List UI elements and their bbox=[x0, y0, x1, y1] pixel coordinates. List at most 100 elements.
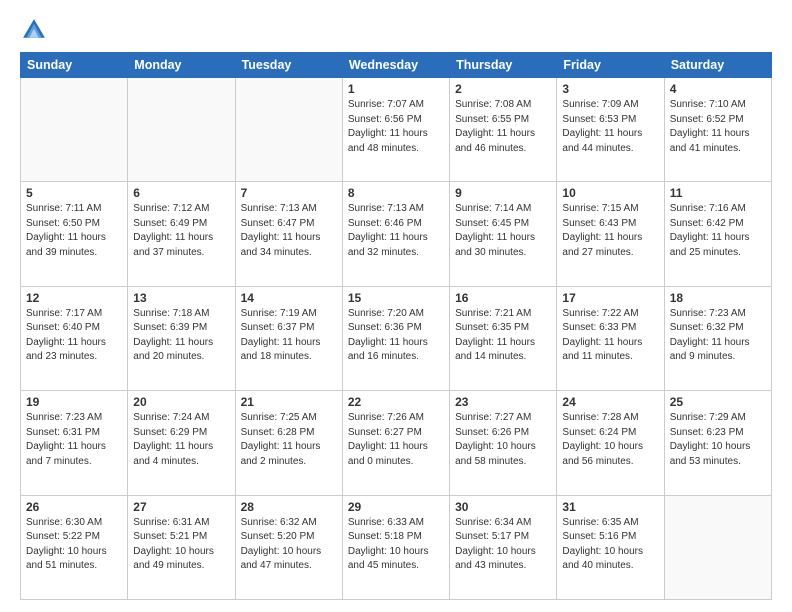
calendar-cell bbox=[21, 78, 128, 182]
weekday-header: Monday bbox=[128, 53, 235, 78]
page: SundayMondayTuesdayWednesdayThursdayFrid… bbox=[0, 0, 792, 612]
day-info: Sunrise: 7:10 AM Sunset: 6:52 PM Dayligh… bbox=[670, 98, 766, 156]
calendar-cell: 23 Sunrise: 7:27 AM Sunset: 6:26 PM Dayli… bbox=[450, 391, 557, 495]
calendar-cell: 31 Sunrise: 6:35 AM Sunset: 5:16 PM Dayli… bbox=[557, 495, 664, 599]
day-number: 16 bbox=[455, 291, 551, 305]
day-number: 6 bbox=[133, 186, 229, 200]
calendar-week-row: 26Sunrise: 6:30 AM Sunset: 5:22 PM Dayli… bbox=[21, 495, 772, 599]
day-info: Sunrise: 6:33 AM Sunset: 5:18 PM Dayligh… bbox=[348, 516, 444, 574]
day-info: Sunrise: 7:25 AM Sunset: 6:28 PM Dayligh… bbox=[241, 411, 337, 469]
day-info: Sunrise: 7:24 AM Sunset: 6:29 PM Dayligh… bbox=[133, 411, 229, 469]
calendar-cell: 2 Sunrise: 7:08 AM Sunset: 6:55 PM Daylig… bbox=[450, 78, 557, 182]
calendar-cell: 19 Sunrise: 7:23 AM Sunset: 6:31 PM Dayli… bbox=[21, 391, 128, 495]
day-number: 28 bbox=[241, 500, 337, 514]
day-info: Sunrise: 7:28 AM Sunset: 6:24 PM Dayligh… bbox=[562, 411, 658, 469]
day-info: Sunrise: 7:12 AM Sunset: 6:49 PM Dayligh… bbox=[133, 202, 229, 260]
weekday-header: Saturday bbox=[664, 53, 771, 78]
day-info: Sunrise: 7:08 AM Sunset: 6:55 PM Dayligh… bbox=[455, 98, 551, 156]
calendar-cell: 25 Sunrise: 7:29 AM Sunset: 6:23 PM Dayli… bbox=[664, 391, 771, 495]
day-number: 12 bbox=[26, 291, 122, 305]
calendar-cell: 18Sunrise: 7:23 AM Sunset: 6:32 PM Dayli… bbox=[664, 286, 771, 390]
day-number: 26 bbox=[26, 500, 122, 514]
day-number: 11 bbox=[670, 186, 766, 200]
calendar-header-row: SundayMondayTuesdayWednesdayThursdayFrid… bbox=[21, 53, 772, 78]
calendar-week-row: 19 Sunrise: 7:23 AM Sunset: 6:31 PM Dayli… bbox=[21, 391, 772, 495]
day-number: 25 bbox=[670, 395, 766, 409]
day-info: Sunrise: 7:15 AM Sunset: 6:43 PM Dayligh… bbox=[562, 202, 658, 260]
calendar-cell: 13Sunrise: 7:18 AM Sunset: 6:39 PM Dayli… bbox=[128, 286, 235, 390]
day-info: Sunrise: 7:07 AM Sunset: 6:56 PM Dayligh… bbox=[348, 98, 444, 156]
day-info: Sunrise: 7:19 AM Sunset: 6:37 PM Dayligh… bbox=[241, 307, 337, 365]
day-number: 7 bbox=[241, 186, 337, 200]
calendar-cell: 30Sunrise: 6:34 AM Sunset: 5:17 PM Dayli… bbox=[450, 495, 557, 599]
calendar-cell: 29Sunrise: 6:33 AM Sunset: 5:18 PM Dayli… bbox=[342, 495, 449, 599]
calendar-week-row: 12 Sunrise: 7:17 AM Sunset: 6:40 PM Dayli… bbox=[21, 286, 772, 390]
weekday-header: Friday bbox=[557, 53, 664, 78]
calendar-cell: 10 Sunrise: 7:15 AM Sunset: 6:43 PM Dayli… bbox=[557, 182, 664, 286]
calendar-cell: 9 Sunrise: 7:14 AM Sunset: 6:45 PM Daylig… bbox=[450, 182, 557, 286]
day-number: 17 bbox=[562, 291, 658, 305]
calendar-cell bbox=[235, 78, 342, 182]
day-info: Sunrise: 6:35 AM Sunset: 5:16 PM Dayligh… bbox=[562, 516, 658, 574]
day-info: Sunrise: 7:20 AM Sunset: 6:36 PM Dayligh… bbox=[348, 307, 444, 365]
weekday-header: Wednesday bbox=[342, 53, 449, 78]
day-number: 10 bbox=[562, 186, 658, 200]
day-info: Sunrise: 6:31 AM Sunset: 5:21 PM Dayligh… bbox=[133, 516, 229, 574]
calendar-cell: 24 Sunrise: 7:28 AM Sunset: 6:24 PM Dayli… bbox=[557, 391, 664, 495]
calendar-cell: 28 Sunrise: 6:32 AM Sunset: 5:20 PM Dayli… bbox=[235, 495, 342, 599]
calendar-cell bbox=[664, 495, 771, 599]
calendar-cell: 4 Sunrise: 7:10 AM Sunset: 6:52 PM Daylig… bbox=[664, 78, 771, 182]
day-info: Sunrise: 7:27 AM Sunset: 6:26 PM Dayligh… bbox=[455, 411, 551, 469]
day-info: Sunrise: 7:16 AM Sunset: 6:42 PM Dayligh… bbox=[670, 202, 766, 260]
calendar-cell: 22 Sunrise: 7:26 AM Sunset: 6:27 PM Dayli… bbox=[342, 391, 449, 495]
day-number: 21 bbox=[241, 395, 337, 409]
day-info: Sunrise: 7:22 AM Sunset: 6:33 PM Dayligh… bbox=[562, 307, 658, 365]
calendar-cell: 12 Sunrise: 7:17 AM Sunset: 6:40 PM Dayli… bbox=[21, 286, 128, 390]
day-number: 5 bbox=[26, 186, 122, 200]
day-info: Sunrise: 7:23 AM Sunset: 6:31 PM Dayligh… bbox=[26, 411, 122, 469]
calendar-cell: 7 Sunrise: 7:13 AM Sunset: 6:47 PM Daylig… bbox=[235, 182, 342, 286]
day-number: 9 bbox=[455, 186, 551, 200]
day-info: Sunrise: 7:21 AM Sunset: 6:35 PM Dayligh… bbox=[455, 307, 551, 365]
day-number: 19 bbox=[26, 395, 122, 409]
calendar-cell: 16 Sunrise: 7:21 AM Sunset: 6:35 PM Dayli… bbox=[450, 286, 557, 390]
day-number: 13 bbox=[133, 291, 229, 305]
day-info: Sunrise: 7:17 AM Sunset: 6:40 PM Dayligh… bbox=[26, 307, 122, 365]
calendar-cell: 27Sunrise: 6:31 AM Sunset: 5:21 PM Dayli… bbox=[128, 495, 235, 599]
day-info: Sunrise: 6:34 AM Sunset: 5:17 PM Dayligh… bbox=[455, 516, 551, 574]
day-info: Sunrise: 7:26 AM Sunset: 6:27 PM Dayligh… bbox=[348, 411, 444, 469]
day-info: Sunrise: 7:14 AM Sunset: 6:45 PM Dayligh… bbox=[455, 202, 551, 260]
day-info: Sunrise: 7:11 AM Sunset: 6:50 PM Dayligh… bbox=[26, 202, 122, 260]
day-number: 15 bbox=[348, 291, 444, 305]
calendar-cell bbox=[128, 78, 235, 182]
day-number: 24 bbox=[562, 395, 658, 409]
day-number: 23 bbox=[455, 395, 551, 409]
header bbox=[20, 16, 772, 44]
day-number: 3 bbox=[562, 82, 658, 96]
calendar-cell: 20 Sunrise: 7:24 AM Sunset: 6:29 PM Dayli… bbox=[128, 391, 235, 495]
calendar-cell: 6 Sunrise: 7:12 AM Sunset: 6:49 PM Daylig… bbox=[128, 182, 235, 286]
weekday-header: Thursday bbox=[450, 53, 557, 78]
day-number: 8 bbox=[348, 186, 444, 200]
day-number: 2 bbox=[455, 82, 551, 96]
calendar-week-row: 1 Sunrise: 7:07 AM Sunset: 6:56 PM Daylig… bbox=[21, 78, 772, 182]
day-info: Sunrise: 7:29 AM Sunset: 6:23 PM Dayligh… bbox=[670, 411, 766, 469]
day-number: 1 bbox=[348, 82, 444, 96]
calendar-cell: 11 Sunrise: 7:16 AM Sunset: 6:42 PM Dayli… bbox=[664, 182, 771, 286]
day-number: 4 bbox=[670, 82, 766, 96]
calendar-cell: 14Sunrise: 7:19 AM Sunset: 6:37 PM Dayli… bbox=[235, 286, 342, 390]
day-number: 22 bbox=[348, 395, 444, 409]
weekday-header: Sunday bbox=[21, 53, 128, 78]
day-number: 20 bbox=[133, 395, 229, 409]
calendar-cell: 17 Sunrise: 7:22 AM Sunset: 6:33 PM Dayli… bbox=[557, 286, 664, 390]
calendar-table: SundayMondayTuesdayWednesdayThursdayFrid… bbox=[20, 52, 772, 600]
calendar-cell: 3 Sunrise: 7:09 AM Sunset: 6:53 PM Daylig… bbox=[557, 78, 664, 182]
day-info: Sunrise: 7:09 AM Sunset: 6:53 PM Dayligh… bbox=[562, 98, 658, 156]
calendar-cell: 26Sunrise: 6:30 AM Sunset: 5:22 PM Dayli… bbox=[21, 495, 128, 599]
logo bbox=[20, 16, 52, 44]
calendar-cell: 8Sunrise: 7:13 AM Sunset: 6:46 PM Daylig… bbox=[342, 182, 449, 286]
day-number: 18 bbox=[670, 291, 766, 305]
day-number: 31 bbox=[562, 500, 658, 514]
day-info: Sunrise: 7:13 AM Sunset: 6:47 PM Dayligh… bbox=[241, 202, 337, 260]
day-info: Sunrise: 6:32 AM Sunset: 5:20 PM Dayligh… bbox=[241, 516, 337, 574]
